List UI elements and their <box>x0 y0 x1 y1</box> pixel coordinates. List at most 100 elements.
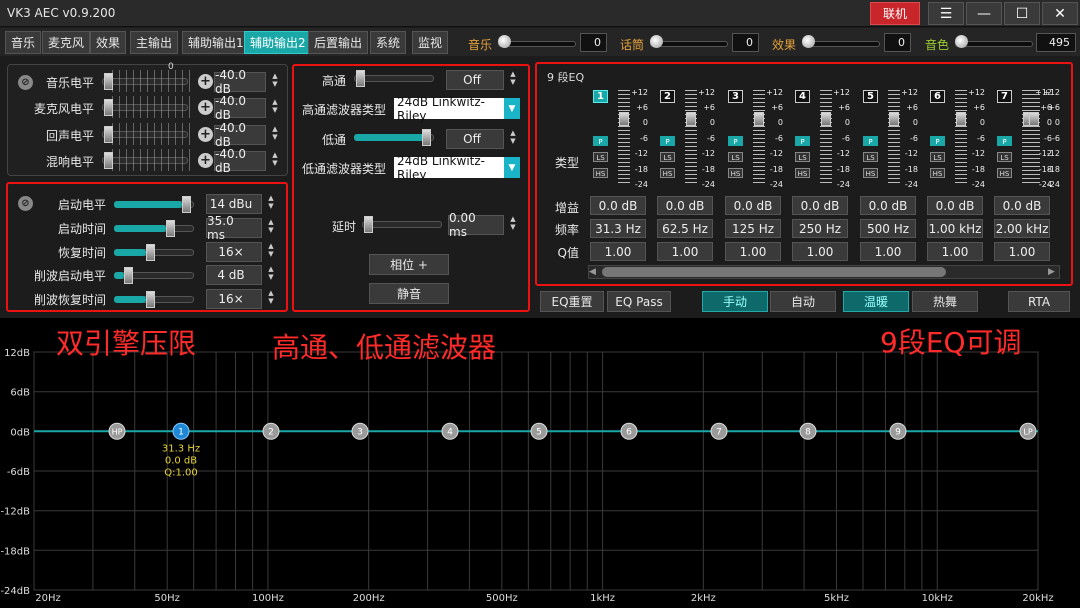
tab-monitor[interactable]: 监视 <box>412 31 449 54</box>
mute-button[interactable]: 静音 <box>369 283 449 304</box>
eq-band-gain[interactable]: 0.0 dB <box>792 196 848 215</box>
eq-band-type-ls[interactable]: LS <box>930 152 945 162</box>
manual-button[interactable]: 手动 <box>702 291 768 312</box>
eq-node[interactable]: 6 <box>620 422 638 440</box>
eq-band-q[interactable]: 1.00 <box>860 242 916 261</box>
tab-rear-output[interactable]: 后置输出 <box>308 31 369 54</box>
eq-band-gain[interactable]: 0.0 dB <box>927 196 983 215</box>
eq-scroll-thumb[interactable] <box>602 267 946 277</box>
eq-band-type-p[interactable]: P <box>930 136 945 146</box>
limiter-thumb[interactable] <box>124 267 133 284</box>
eq-band-fader-thumb[interactable] <box>686 112 696 126</box>
limiter-spin[interactable]: ▲ ▼ <box>266 194 276 210</box>
eq-band-fader[interactable] <box>618 90 630 186</box>
lp-node[interactable]: LP <box>1019 422 1037 440</box>
eq-band-fader[interactable] <box>955 90 967 186</box>
limiter-thumb[interactable] <box>166 220 175 237</box>
eq-band-q[interactable]: 1.00 <box>927 242 983 261</box>
hp-type-dropdown-icon[interactable]: ▼ <box>504 98 520 119</box>
plus-icon[interactable]: + <box>198 100 213 115</box>
level-thumb[interactable] <box>104 99 113 116</box>
eq-band-fader-thumb[interactable] <box>1029 112 1039 126</box>
menu-icon[interactable]: ☰ <box>928 2 964 25</box>
level-spin[interactable]: ▲ ▼ <box>270 125 280 141</box>
tab-effects[interactable]: 效果 <box>90 31 127 54</box>
tab-aux-output-1[interactable]: 辅助输出1 <box>182 31 250 54</box>
level-spin[interactable]: ▲ ▼ <box>270 98 280 114</box>
global-effect-knob[interactable] <box>802 35 815 48</box>
eq-band-gain[interactable]: 0.0 dB <box>725 196 781 215</box>
eq-band-type-ls[interactable]: LS <box>728 152 743 162</box>
eq-band-type-hs[interactable]: HS <box>863 168 878 178</box>
eq-node[interactable]: 9 <box>889 422 907 440</box>
eq-band-gain[interactable]: 0.0 dB <box>590 196 646 215</box>
eq-band-type-p[interactable]: P <box>863 136 878 146</box>
global-music-knob[interactable] <box>498 35 511 48</box>
eq-node[interactable]: 7 <box>710 422 728 440</box>
eq-band-fader-thumb[interactable] <box>889 112 899 126</box>
limiter-thumb[interactable] <box>146 291 155 308</box>
connect-button[interactable]: 联机 <box>870 2 920 25</box>
tab-mic[interactable]: 麦克风 <box>42 31 91 54</box>
eq-band-freq[interactable]: 31.3 Hz <box>590 219 646 238</box>
scroll-right-icon[interactable]: ▶ <box>1048 265 1055 279</box>
eq-node[interactable]: 1 <box>172 422 190 440</box>
plus-icon[interactable]: + <box>198 153 213 168</box>
eq-band-type-hs[interactable]: HS <box>728 168 743 178</box>
eq-band-type-hs[interactable]: HS <box>593 168 608 178</box>
eq-band-fader-thumb[interactable] <box>619 112 629 126</box>
eq-band-freq[interactable]: 125 Hz <box>725 219 781 238</box>
eq-band-number[interactable]: 1 <box>593 90 608 103</box>
eq-band-q[interactable]: 1.00 <box>657 242 713 261</box>
eq-band-fader[interactable] <box>753 90 765 186</box>
limiter-thumb[interactable] <box>146 244 155 261</box>
eq-band-type-ls[interactable]: LS <box>997 152 1012 162</box>
eq-band-number[interactable]: 6 <box>930 90 945 103</box>
eq-band-gain[interactable]: 0.0 dB <box>860 196 916 215</box>
phase-button[interactable]: 相位 + <box>369 254 449 275</box>
eq-band-number[interactable]: 3 <box>728 90 743 103</box>
eq-reset-button[interactable]: EQ重置 <box>540 291 604 312</box>
eq-band-fader[interactable] <box>685 90 697 186</box>
hot-button[interactable]: 热舞 <box>912 291 978 312</box>
auto-button[interactable]: 自动 <box>770 291 836 312</box>
eq-band-type-hs[interactable]: HS <box>795 168 810 178</box>
eq-pass-button[interactable]: EQ Pass <box>607 291 671 312</box>
close-icon[interactable]: ✕ <box>1042 2 1078 25</box>
scroll-left-icon[interactable]: ◀ <box>589 265 596 279</box>
eq-band-type-ls[interactable]: LS <box>660 152 675 162</box>
eq-band-q[interactable]: 1.00 <box>792 242 848 261</box>
hp-type-select[interactable]: 24dB Linkwitz-Riley <box>394 95 504 123</box>
hp-slider[interactable] <box>354 75 434 82</box>
eq-band-type-hs[interactable]: HS <box>930 168 945 178</box>
eq-band-freq[interactable]: 250 Hz <box>792 219 848 238</box>
eq-band-fader-thumb[interactable] <box>821 112 831 126</box>
minimize-icon[interactable]: — <box>966 2 1002 25</box>
rta-button[interactable]: RTA <box>1008 291 1070 312</box>
eq-band-q[interactable]: 1.00 <box>590 242 646 261</box>
eq-band-freq[interactable]: 2.00 kHz <box>994 219 1050 238</box>
eq-band-fader[interactable] <box>1028 90 1040 186</box>
level-thumb[interactable] <box>104 73 113 90</box>
plus-icon[interactable]: + <box>198 127 213 142</box>
delay-slider[interactable] <box>362 221 442 228</box>
maximize-icon[interactable]: ☐ <box>1004 2 1040 25</box>
eq-band-fader-thumb[interactable] <box>754 112 764 126</box>
eq-node[interactable]: 5 <box>530 422 548 440</box>
eq-band-type-p[interactable]: P <box>997 136 1012 146</box>
eq-band-type-hs[interactable]: HS <box>660 168 675 178</box>
eq-band-type-hs[interactable]: HS <box>997 168 1012 178</box>
limiter-spin[interactable]: ▲ ▼ <box>266 218 276 234</box>
eq-band-number[interactable]: 4 <box>795 90 810 103</box>
eq-band-freq[interactable]: 500 Hz <box>860 219 916 238</box>
eq-band-gain[interactable]: 0.0 dB <box>994 196 1050 215</box>
eq-band-number[interactable]: 2 <box>660 90 675 103</box>
lp-thumb[interactable] <box>422 129 431 146</box>
level-spin[interactable]: ▲ ▼ <box>270 72 280 88</box>
tab-aux-output-2[interactable]: 辅助输出2 <box>244 31 312 54</box>
delay-thumb[interactable] <box>364 216 373 233</box>
global-tone-knob[interactable] <box>955 35 968 48</box>
eq-node[interactable]: 8 <box>799 422 817 440</box>
hp-thumb[interactable] <box>356 70 365 87</box>
eq-node[interactable]: 2 <box>262 422 280 440</box>
